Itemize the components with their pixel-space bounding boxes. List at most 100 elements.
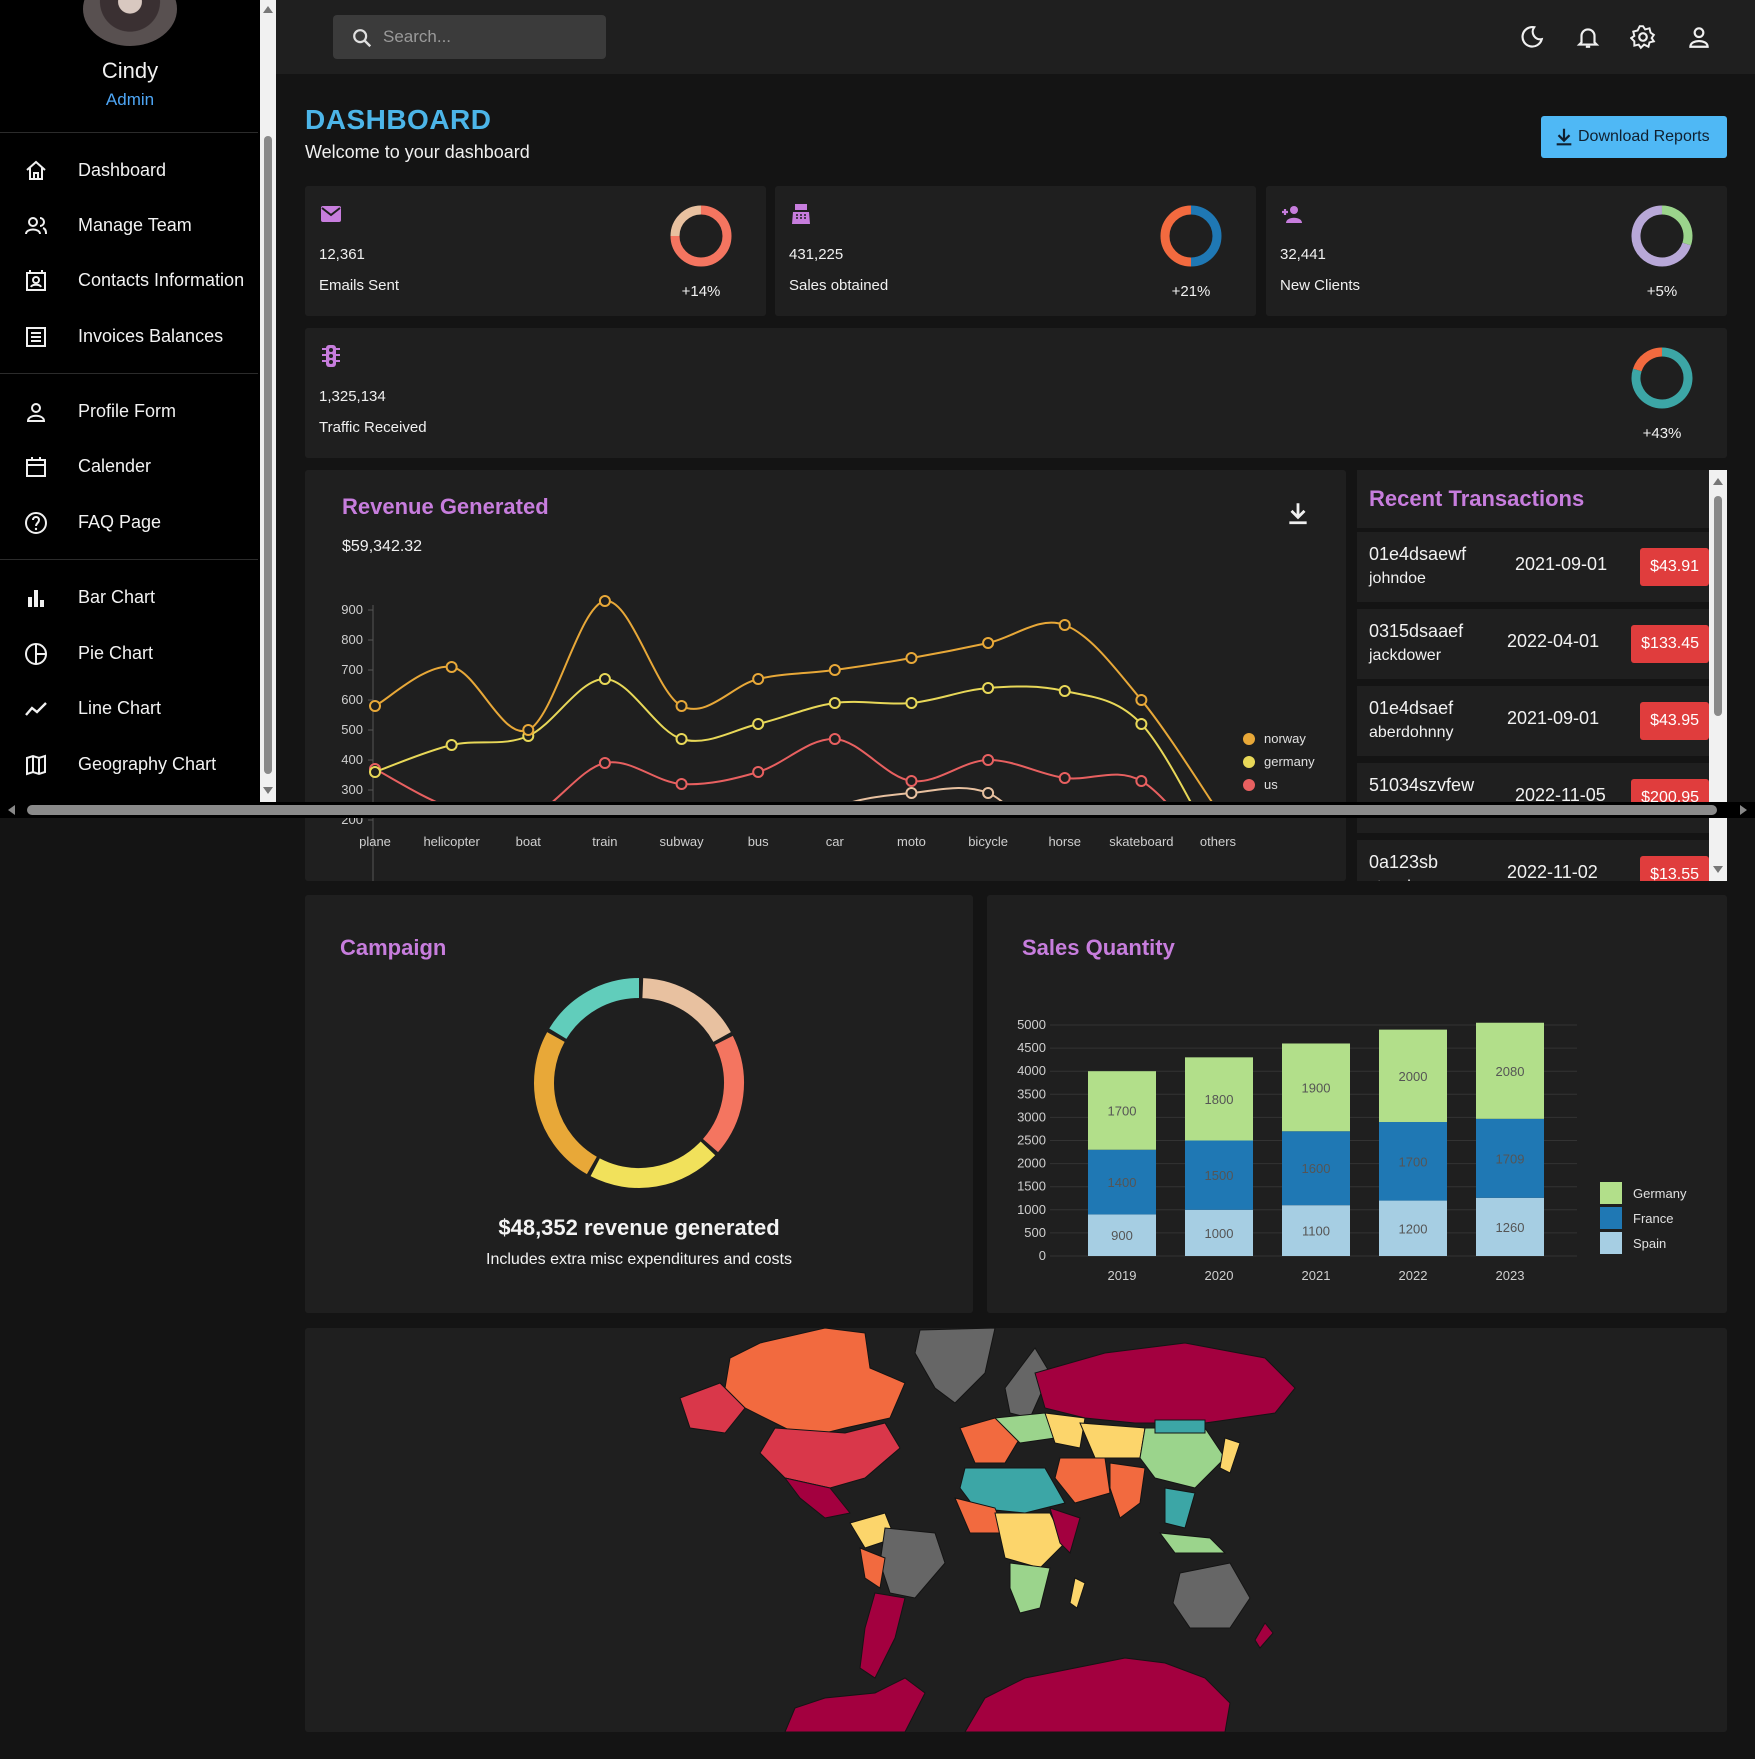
data-point[interactable] [675, 700, 688, 712]
transaction-row[interactable]: 51034szvfewgoodmanave2022-11-05$200.95 [1357, 763, 1709, 833]
scroll-up-arrow-icon[interactable] [1713, 478, 1723, 485]
data-point[interactable] [828, 733, 841, 745]
ring-remainder [1632, 347, 1663, 372]
data-point[interactable] [598, 673, 611, 685]
sidebar-item-bar-chart[interactable]: Bar Chart [0, 574, 258, 620]
data-point[interactable] [1213, 848, 1223, 858]
sidebar-scrollbar[interactable] [260, 0, 276, 802]
campaign-panel: Campaign $48,352 revenue generated Inclu… [305, 895, 973, 1313]
data-point[interactable] [600, 851, 610, 861]
data-point[interactable] [1135, 775, 1148, 787]
data-point[interactable] [522, 724, 535, 736]
donut-slice[interactable] [642, 978, 731, 1043]
data-point[interactable] [447, 860, 457, 870]
bar-value-label: 2000 [1399, 1069, 1428, 1084]
y-tick-label: 5000 [1017, 1017, 1046, 1032]
notifications-icon[interactable] [1575, 24, 1601, 50]
avatar[interactable] [83, 0, 177, 46]
ring-remainder [670, 205, 702, 237]
search-input[interactable] [383, 23, 593, 51]
settings-icon[interactable] [1630, 24, 1656, 50]
data-point[interactable] [369, 766, 381, 778]
sidebar-item-contacts[interactable]: Contacts Information [0, 257, 258, 303]
scroll-down-arrow-icon[interactable] [263, 787, 273, 794]
scroll-up-arrow-icon[interactable] [263, 6, 273, 13]
sidebar-item-manage-team[interactable]: Manage Team [0, 202, 258, 248]
scrollbar-thumb[interactable] [27, 805, 1717, 815]
donut-slice[interactable] [534, 1032, 598, 1175]
data-point[interactable] [1058, 772, 1071, 784]
data-point[interactable] [445, 739, 458, 751]
data-point[interactable] [445, 661, 458, 673]
sidebar-item-pie-chart[interactable]: Pie Chart [0, 630, 258, 676]
data-point[interactable] [982, 787, 995, 799]
data-point[interactable] [982, 754, 995, 766]
data-point[interactable] [1213, 857, 1223, 867]
search-icon[interactable] [351, 27, 373, 49]
scrollbar-thumb[interactable] [264, 136, 272, 774]
data-point[interactable] [905, 652, 918, 664]
scroll-down-arrow-icon[interactable] [1713, 866, 1723, 873]
horizontal-scrollbar[interactable] [0, 802, 1755, 818]
data-point[interactable] [1058, 685, 1071, 697]
data-point[interactable] [753, 851, 763, 861]
series-line [374, 599, 1213, 801]
sidebar-item-dashboard[interactable]: Dashboard [0, 147, 258, 193]
data-point[interactable] [1058, 619, 1071, 631]
legend-swatch [1243, 756, 1255, 768]
sidebar-item-label: Invoices Balances [78, 326, 224, 346]
donut-slice[interactable] [549, 978, 640, 1040]
sales-panel: Sales Quantity 0 500 1000 1500 2000 2500 3000 3… [987, 895, 1727, 1313]
transaction-row[interactable]: 01e4dsaef aberdohnny 2021-09-01 $43.95 [1357, 686, 1709, 756]
download-reports-button[interactable]: Download Reports [1541, 116, 1727, 158]
campaign-revenue-text: $48,352 revenue generated [498, 1215, 780, 1240]
scrollbar-thumb[interactable] [1714, 496, 1722, 716]
sidebar-item-invoices[interactable]: Invoices Balances [0, 313, 258, 359]
data-point[interactable] [523, 857, 533, 867]
data-point[interactable] [1135, 694, 1148, 706]
data-point[interactable] [982, 637, 995, 649]
ring-remainder [1160, 205, 1192, 267]
line-chart: 200300400500600700800900plane helicopter b… [341, 595, 1315, 881]
sidebar-item-faq[interactable]: FAQ Page [0, 499, 258, 545]
sidebar-item-profile-form[interactable]: Profile Form [0, 388, 258, 434]
data-point[interactable] [598, 757, 611, 769]
transactions-scrollbar[interactable] [1709, 470, 1727, 881]
data-point[interactable] [1213, 860, 1223, 870]
transaction-row[interactable]: 01e4dsaewf johndoe 2021-09-01 $43.91 [1357, 532, 1709, 602]
scroll-left-arrow-icon[interactable] [8, 805, 15, 815]
data-point[interactable] [982, 682, 995, 694]
y-tick-label: 3000 [1017, 1109, 1046, 1124]
data-point[interactable] [752, 766, 765, 778]
data-point[interactable] [369, 700, 381, 712]
data-point[interactable] [675, 778, 688, 790]
dark-mode-icon[interactable] [1519, 24, 1545, 50]
data-point[interactable] [828, 697, 841, 709]
transaction-row[interactable]: 0a123sb stevebower 2022-11-02 $13.55 [1357, 840, 1709, 881]
legend-swatch [1600, 1232, 1622, 1254]
progress-ring [1631, 205, 1693, 267]
data-point[interactable] [675, 733, 688, 745]
data-point[interactable] [905, 775, 918, 787]
data-point[interactable] [905, 697, 918, 709]
data-point[interactable] [828, 664, 841, 676]
data-point[interactable] [370, 866, 380, 876]
search-box[interactable] [333, 15, 606, 59]
donut-slice[interactable] [702, 1035, 744, 1153]
data-point[interactable] [1135, 718, 1148, 730]
data-point[interactable] [1060, 848, 1070, 858]
data-point[interactable] [598, 595, 611, 607]
data-point[interactable] [752, 673, 765, 685]
data-point[interactable] [905, 787, 918, 799]
account-icon[interactable] [1686, 24, 1712, 50]
sidebar-item-geography-chart[interactable]: Geography Chart [0, 741, 258, 787]
scroll-right-arrow-icon[interactable] [1740, 805, 1747, 815]
map-region-middle-east [1054, 1457, 1111, 1504]
y-tick-label: 500 [341, 722, 363, 737]
map-region-china [1139, 1427, 1226, 1489]
donut-slice[interactable] [590, 1141, 716, 1188]
sidebar-item-line-chart[interactable]: Line Chart [0, 685, 258, 731]
transaction-row[interactable]: 0315dsaaef jackdower 2022-04-01 $133.45 [1357, 609, 1709, 679]
data-point[interactable] [752, 718, 765, 730]
sidebar-item-calendar[interactable]: Calender [0, 443, 258, 489]
